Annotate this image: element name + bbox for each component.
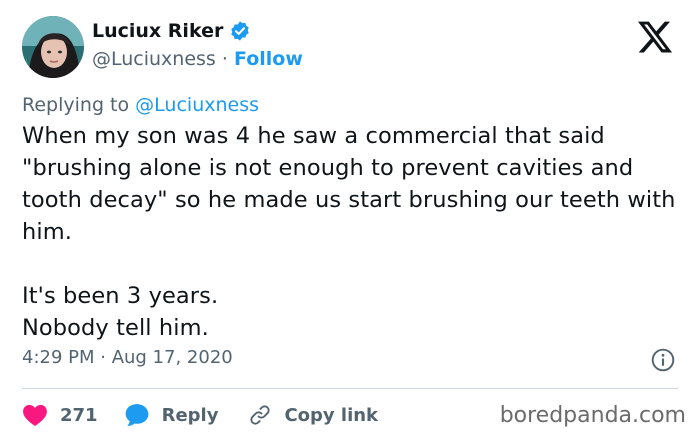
tweet-timestamp[interactable]: 4:29 PM · Aug 17, 2020 — [22, 347, 233, 368]
display-name[interactable]: Luciux Riker — [92, 20, 223, 42]
link-icon — [248, 403, 272, 427]
reply-context-mention[interactable]: @Luciuxness — [135, 94, 259, 116]
verified-badge-icon — [229, 20, 251, 42]
handle[interactable]: @Luciuxness — [92, 48, 216, 70]
copy-link-label: Copy link — [284, 404, 379, 426]
separator: · — [221, 48, 228, 70]
info-icon[interactable] — [650, 347, 676, 373]
reply-bubble-icon — [124, 403, 150, 427]
author-name-row: Luciux Riker — [92, 20, 251, 42]
heart-icon — [22, 403, 48, 427]
like-count: 271 — [60, 404, 98, 426]
avatar-image — [22, 16, 84, 78]
divider — [22, 388, 678, 389]
reply-context: Replying to @Luciuxness — [22, 94, 259, 116]
like-button[interactable]: 271 — [22, 403, 98, 427]
copy-link-button[interactable]: Copy link — [248, 403, 378, 427]
tweet-text: When my son was 4 he saw a commercial th… — [22, 123, 676, 341]
author-handle-row: @Luciuxness · Follow — [92, 48, 303, 70]
avatar[interactable] — [22, 16, 84, 78]
watermark: boredpanda.com — [499, 403, 686, 428]
action-bar: 271 Reply Copy link — [22, 398, 378, 432]
reply-button[interactable]: Reply — [124, 403, 219, 427]
reply-label: Reply — [161, 404, 219, 426]
x-logo-icon[interactable] — [636, 18, 674, 56]
reply-context-prefix: Replying to — [22, 94, 130, 116]
follow-button[interactable]: Follow — [234, 48, 303, 70]
